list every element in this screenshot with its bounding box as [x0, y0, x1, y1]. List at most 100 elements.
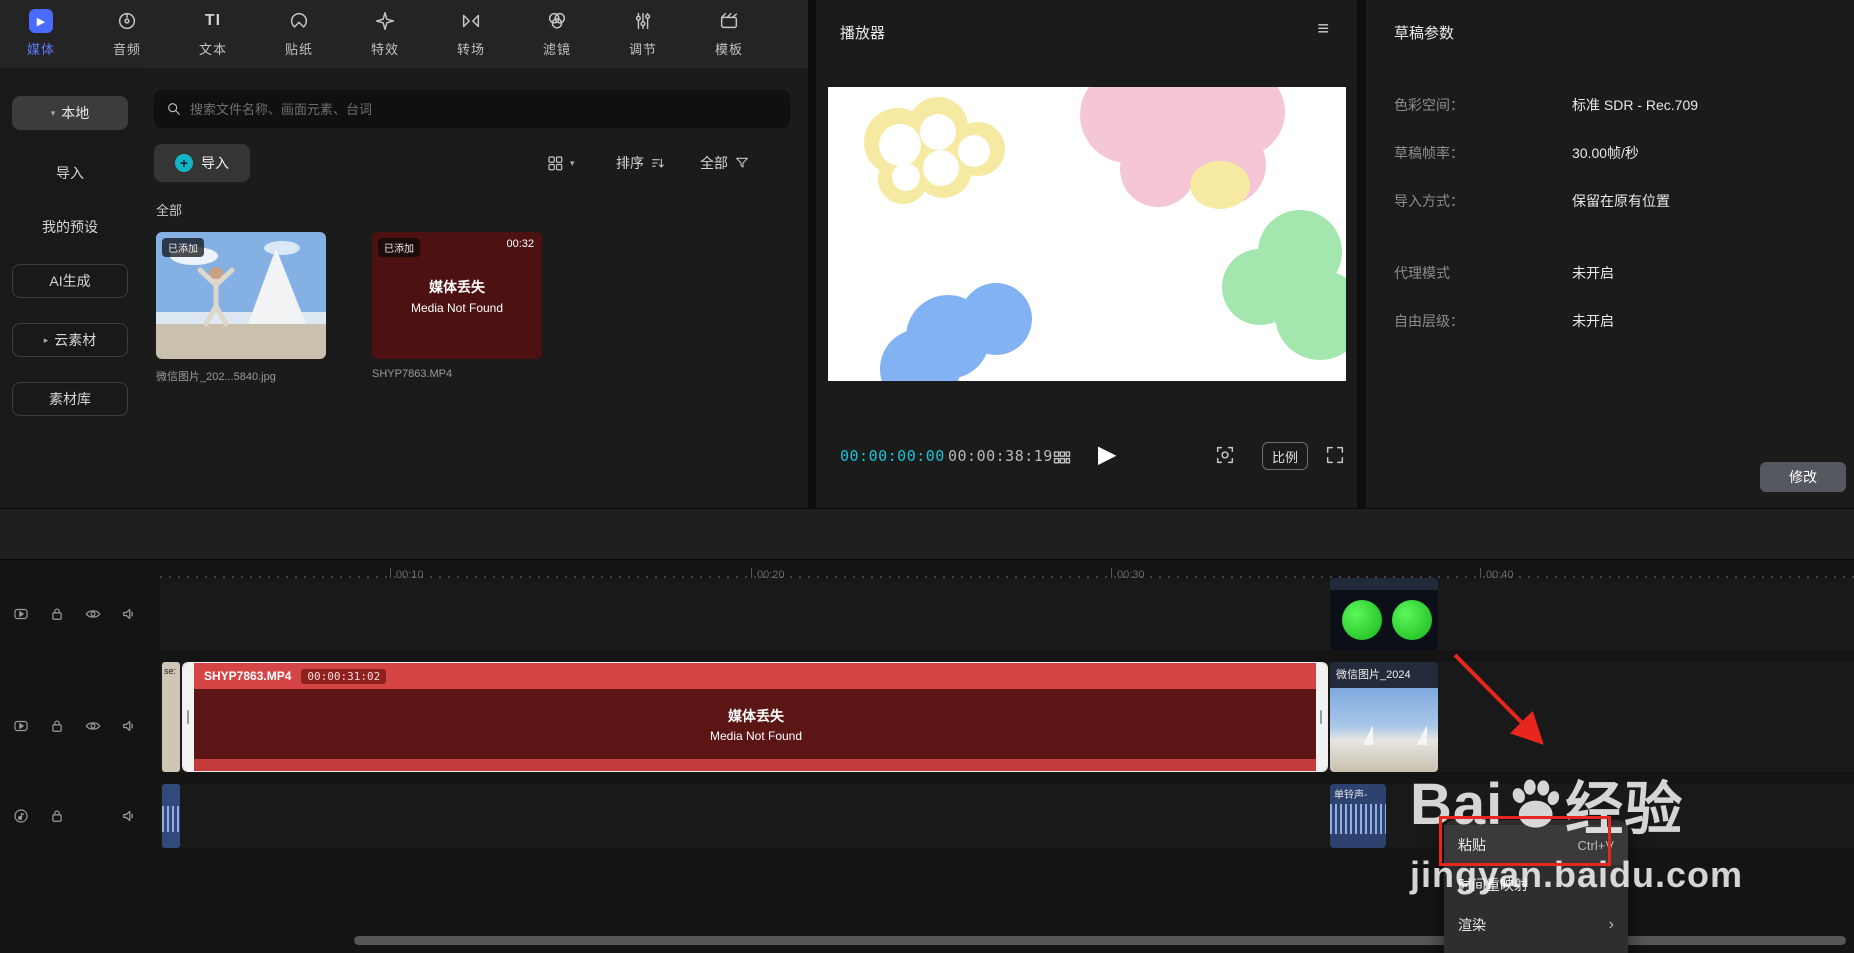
frames-icon[interactable]	[1052, 447, 1072, 467]
text-icon: TI	[204, 12, 222, 29]
section-label: 全部	[156, 203, 183, 218]
sidebar-item-library[interactable]: 素材库	[12, 382, 128, 416]
media-item-photo[interactable]: 已添加	[156, 232, 326, 359]
params-title: 草稿参数	[1394, 25, 1455, 42]
missing-text-cn: 媒体丢失	[728, 707, 784, 724]
audio-track-icon	[14, 809, 28, 823]
adjust-icon	[635, 12, 651, 30]
tab-effects[interactable]: 特效	[356, 8, 414, 58]
tab-label: 特效	[370, 42, 399, 57]
tab-transitions[interactable]: 转场	[442, 8, 500, 58]
param-label: 代理模式	[1394, 265, 1450, 281]
tab-media[interactable]: ▶ 媒体	[12, 8, 70, 58]
speaker-icon[interactable]	[120, 807, 138, 825]
missing-text-en: Media Not Found	[709, 728, 803, 743]
play-button[interactable]: ▶	[1098, 440, 1116, 469]
fullscreen-icon[interactable]	[1324, 444, 1346, 466]
lock-icon[interactable]	[48, 717, 66, 735]
clip-filename: SHYP7863.MP4	[204, 669, 292, 683]
menu-item-time-remap[interactable]: 时间重映射	[1444, 865, 1628, 905]
sidebar-label: 本地	[61, 105, 90, 121]
clip-green-screen[interactable]	[1330, 578, 1438, 650]
tab-sticker[interactable]: 贴纸	[270, 8, 328, 58]
hamburger-icon[interactable]: ≡	[1317, 18, 1329, 41]
clip-ringtone[interactable]: 单铃声-	[1330, 784, 1386, 848]
video-track-icon	[14, 608, 28, 620]
transition-icon	[462, 14, 480, 28]
search-input[interactable]	[190, 101, 778, 117]
tab-label: 音频	[112, 42, 141, 57]
media-item-missing[interactable]: 媒体丢失 Media Not Found 已添加 00:32	[372, 232, 542, 359]
trim-handle-left[interactable]	[183, 663, 194, 771]
tab-label: 调节	[628, 42, 657, 57]
green-dot	[1392, 600, 1432, 640]
tab-templates[interactable]: 模板	[700, 8, 758, 58]
menu-item-paste[interactable]: 粘贴 Ctrl+V	[1444, 825, 1628, 865]
eye-icon[interactable]	[84, 605, 102, 623]
clip-title: 单铃声-	[1334, 790, 1368, 801]
speaker-icon[interactable]	[120, 605, 138, 623]
filter-icon	[548, 12, 566, 29]
draft-params-panel: 草稿参数 色彩空间： 标准 SDR - Rec.709 草稿帧率： 30.00帧…	[1366, 0, 1854, 508]
import-button[interactable]: + 导入	[154, 144, 250, 182]
tab-adjust[interactable]: 调节	[614, 8, 672, 58]
param-label: 导入方式：	[1394, 193, 1464, 209]
clip-audio-fragment[interactable]	[162, 784, 180, 848]
filter-button[interactable]: 全部	[700, 148, 750, 178]
chevron-down-icon: ▾	[570, 157, 575, 168]
trim-handle-right[interactable]	[1316, 663, 1327, 771]
added-badge: 已添加	[378, 238, 420, 257]
modify-button[interactable]: 修改	[1760, 462, 1846, 492]
sticker-icon	[290, 12, 308, 28]
green-dot	[1342, 600, 1382, 640]
track-header-video1	[12, 717, 138, 735]
tab-label: 媒体	[26, 42, 55, 57]
search-icon	[168, 103, 180, 115]
plus-icon: +	[175, 154, 193, 172]
ratio-button[interactable]: 比例	[1262, 442, 1308, 470]
media-panel: ▶ 媒体 音频 TI 文本 贴纸 特效 转场 滤镜 调节 模板 ▾ 本地 导入 …	[0, 0, 808, 508]
template-icon	[720, 12, 738, 29]
context-menu: 粘贴 Ctrl+V 时间重映射 渲染 ›	[1444, 820, 1628, 953]
player-panel: 播放器 ≡ 00:00:00:00 00:00:38:19 ▶ 比例	[816, 0, 1365, 508]
tab-label: 模板	[714, 42, 743, 57]
eye-icon[interactable]	[84, 717, 102, 735]
clip-wechat-image[interactable]: 微信图片_2024	[1330, 662, 1438, 772]
media-sidebar: ▾ 本地 导入 我的预设 AI生成 ▸ 云素材 素材库	[0, 68, 140, 508]
preview-canvas[interactable]	[828, 67, 1365, 409]
media-icon: ▶	[29, 9, 53, 33]
lock-icon[interactable]	[48, 605, 66, 623]
clip-missing-media[interactable]: SHYP7863.MP4 00:00:31:02 媒体丢失 Media Not …	[182, 662, 1328, 772]
waveform	[1330, 812, 1386, 826]
audio-icon	[118, 12, 136, 30]
search-bar	[154, 90, 790, 128]
tab-text[interactable]: TI 文本	[184, 8, 242, 58]
lock-icon[interactable]	[48, 807, 66, 825]
sidebar-item-cloud[interactable]: ▸ 云素材	[12, 323, 128, 357]
added-badge: 已添加	[162, 238, 204, 257]
clip-missing-body: 媒体丢失 Media Not Found	[194, 689, 1318, 759]
menu-item-render[interactable]: 渲染 ›	[1444, 905, 1628, 945]
player-title: 播放器	[840, 25, 886, 42]
sidebar-item-ai[interactable]: AI生成	[12, 264, 128, 298]
duration-label: 00:32	[506, 238, 534, 250]
tab-audio[interactable]: 音频	[98, 8, 156, 58]
triangle-down-icon: ▾	[50, 107, 56, 118]
tab-filters[interactable]: 滤镜	[528, 8, 586, 58]
param-label: 色彩空间：	[1394, 97, 1464, 113]
speaker-icon[interactable]	[120, 717, 138, 735]
grid-view-icon	[548, 156, 563, 171]
view-mode-selector[interactable]: ▾	[546, 148, 575, 178]
triangle-right-icon: ▸	[43, 334, 49, 345]
sidebar-item-local[interactable]: ▾ 本地	[12, 96, 128, 130]
tab-label: 贴纸	[284, 42, 313, 57]
sidebar-item-import[interactable]: 导入	[0, 163, 140, 183]
track-header-video2	[12, 605, 138, 623]
sort-button[interactable]: 排序	[616, 148, 666, 178]
sidebar-item-presets[interactable]: 我的预设	[0, 217, 140, 237]
clip-header: SHYP7863.MP4 00:00:31:02	[194, 663, 1318, 689]
clip-fragment[interactable]: se:	[162, 662, 180, 772]
focus-frame-icon[interactable]	[1214, 444, 1236, 466]
param-value: 未开启	[1572, 313, 1614, 329]
param-value: 未开启	[1572, 265, 1614, 281]
